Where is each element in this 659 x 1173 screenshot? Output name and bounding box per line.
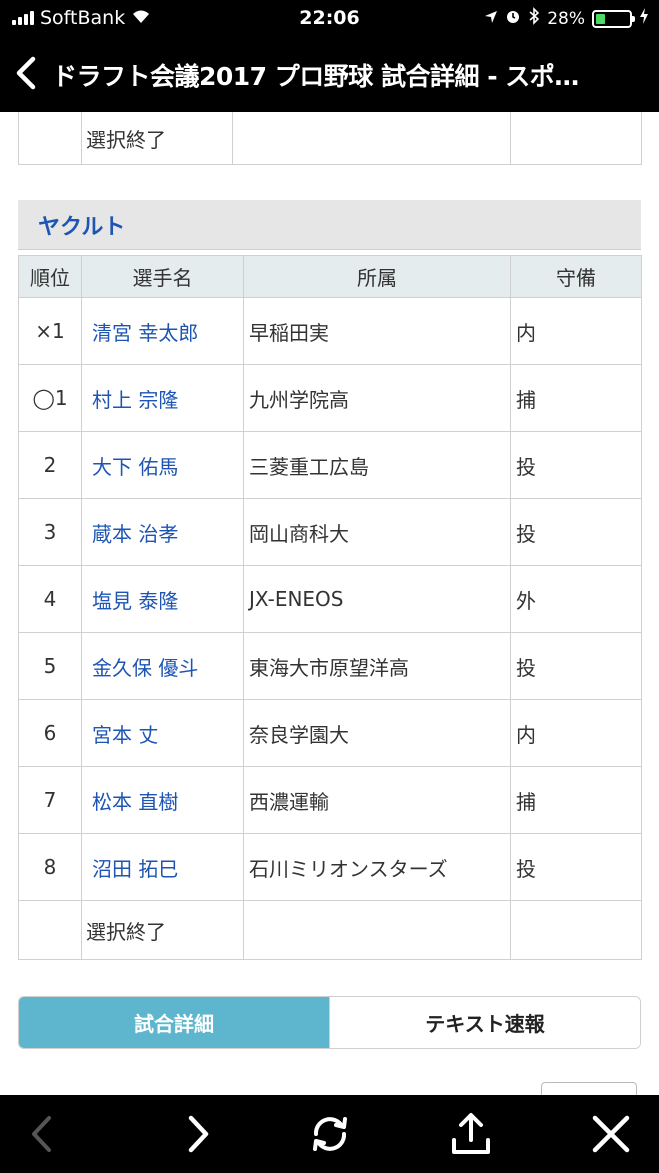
header-rank: 順位 [18, 255, 82, 298]
table-row-final: 選択終了 [18, 900, 642, 960]
page-content[interactable]: 選択終了 ヤクルト 順位 選手名 所属 守備 ×1 清宮 幸太郎 早稲田実内 ◯1 村上… [0, 112, 659, 1095]
rank-cell: 7 [18, 766, 82, 834]
affiliation-cell: 三菱重工広島 [243, 431, 511, 499]
sort-select[interactable] [541, 1082, 637, 1095]
position-cell [510, 900, 642, 960]
position-cell: 捕 [510, 364, 642, 432]
chevron-left-icon [15, 56, 37, 94]
back-arrow-icon[interactable] [16, 1109, 66, 1159]
affiliation-cell: 早稲田実 [243, 297, 511, 365]
rank-cell: ◯1 [18, 364, 82, 432]
selection-end-cell: 選択終了 [81, 112, 233, 165]
table-row: 4 塩見 泰隆 JX-ENEOS 外 [18, 565, 642, 633]
header-position: 守備 [510, 255, 642, 298]
forward-arrow-icon[interactable] [174, 1109, 224, 1159]
tab-text-live[interactable]: テキスト速報 [329, 997, 640, 1048]
team-name-link[interactable]: ヤクルト [38, 209, 125, 241]
player-name-link[interactable]: 松本 直樹 [81, 766, 244, 834]
share-icon[interactable] [446, 1109, 496, 1159]
close-icon[interactable] [586, 1109, 636, 1159]
affiliation-cell: 岡山商科大 [243, 498, 511, 566]
rank-cell: 3 [18, 498, 82, 566]
position-cell [510, 112, 642, 165]
position-cell: 投 [510, 833, 642, 901]
affiliation-cell: 東海大市原望洋高 [243, 632, 511, 700]
player-name-link[interactable]: 金久保 優斗 [81, 632, 244, 700]
affiliation-cell: JX-ENEOS [243, 565, 511, 633]
rank-cell [18, 112, 82, 165]
table-row: 3 蔵本 治孝 岡山商科大投 [18, 498, 642, 566]
affiliation-cell: 九州学院高 [243, 364, 511, 432]
team-header: ヤクルト [18, 200, 641, 250]
tab-game-detail[interactable]: 試合詳細 [19, 997, 329, 1048]
rank-cell [18, 900, 82, 960]
position-cell: 内 [510, 699, 642, 767]
position-cell: 捕 [510, 766, 642, 834]
browser-toolbar [0, 1095, 659, 1173]
nav-bar: ドラフト会議2017 プロ野球 試合詳細 - スポ… [0, 38, 659, 112]
alarm-icon [505, 8, 521, 29]
player-name-link[interactable]: 村上 宗隆 [81, 364, 244, 432]
table-row: ◯1 村上 宗隆 九州学院高捕 [18, 364, 642, 432]
header-affiliation: 所属 [243, 255, 511, 298]
previous-team-table: 選択終了 [18, 112, 642, 165]
status-right: 28% [484, 7, 649, 30]
position-cell: 投 [510, 498, 642, 566]
draft-table: 順位 選手名 所属 守備 ×1 清宮 幸太郎 早稲田実内 ◯1 村上 宗隆 九州学院高捕 2… [18, 255, 642, 960]
charging-icon [639, 8, 649, 29]
back-button[interactable] [0, 38, 52, 112]
player-name-link[interactable]: 蔵本 治孝 [81, 498, 244, 566]
affiliation-cell: 石川ミリオンスターズ [243, 833, 511, 901]
table-header-row: 順位 選手名 所属 守備 [18, 255, 642, 298]
battery-percent: 28% [547, 8, 585, 29]
table-row: ×1 清宮 幸太郎 早稲田実内 [18, 297, 642, 365]
rank-cell: ×1 [18, 297, 82, 365]
rank-cell: 6 [18, 699, 82, 767]
affiliation-cell [243, 900, 511, 960]
affiliation-cell: 西濃運輸 [243, 766, 511, 834]
affiliation-cell [232, 112, 511, 165]
status-bar: SoftBank 22:06 28% [0, 0, 659, 38]
battery-icon [592, 9, 635, 28]
table-row: 5 金久保 優斗 東海大市原望洋高投 [18, 632, 642, 700]
selection-end-cell: 選択終了 [81, 900, 244, 960]
rank-cell: 4 [18, 565, 82, 633]
player-name-link[interactable]: 清宮 幸太郎 [81, 297, 244, 365]
page-title: ドラフト会議2017 プロ野球 試合詳細 - スポ… [52, 62, 579, 91]
rank-cell: 5 [18, 632, 82, 700]
table-row: 7 松本 直樹 西濃運輸捕 [18, 766, 642, 834]
detail-tabs: 試合詳細 テキスト速報 [18, 996, 641, 1049]
reload-icon[interactable] [305, 1109, 355, 1159]
player-name-link[interactable]: 大下 佑馬 [81, 431, 244, 499]
player-name-link[interactable]: 宮本 丈 [81, 699, 244, 767]
header-name: 選手名 [81, 255, 244, 298]
player-name-link[interactable]: 塩見 泰隆 [81, 565, 244, 633]
table-row: 選択終了 [18, 112, 642, 165]
rank-cell: 2 [18, 431, 82, 499]
position-cell: 投 [510, 431, 642, 499]
rank-cell: 8 [18, 833, 82, 901]
position-cell: 内 [510, 297, 642, 365]
table-row: 6 宮本 丈奈良学園大内 [18, 699, 642, 767]
table-row: 8 沼田 拓巳 石川ミリオンスターズ投 [18, 833, 642, 901]
affiliation-cell: 奈良学園大 [243, 699, 511, 767]
table-row: 2 大下 佑馬 三菱重工広島投 [18, 431, 642, 499]
position-cell: 外 [510, 565, 642, 633]
player-name-link[interactable]: 沼田 拓巳 [81, 833, 244, 901]
location-icon [484, 9, 498, 29]
position-cell: 投 [510, 632, 642, 700]
bluetooth-icon [528, 7, 540, 30]
